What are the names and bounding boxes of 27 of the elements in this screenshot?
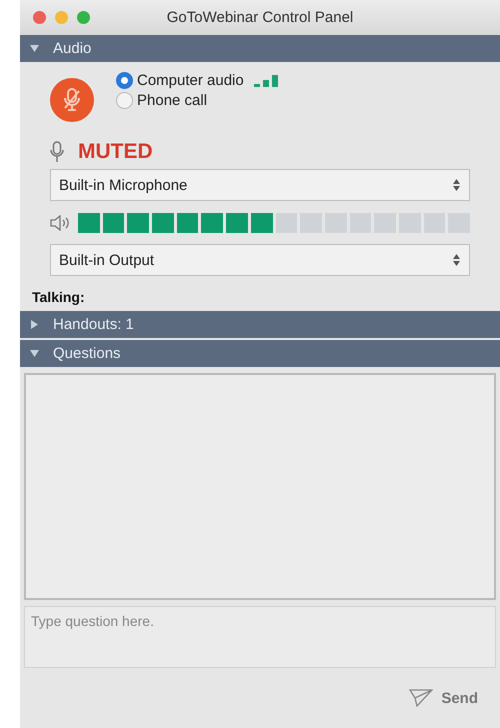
- mute-button[interactable]: [50, 78, 94, 122]
- talking-label: Talking:: [31, 288, 86, 307]
- muted-status: MUTED: [78, 140, 153, 164]
- question-input-field[interactable]: Type question here.: [24, 606, 496, 668]
- section-header[interactable]: Audio: [20, 35, 500, 62]
- collapse-caret-icon: [30, 44, 39, 53]
- collapse-caret-icon: [30, 349, 39, 358]
- window-title: GoToWebinar Control Panel: [166, 9, 354, 26]
- radio-button[interactable]: [116, 72, 133, 89]
- muted-microphone-icon: [63, 88, 81, 112]
- speaker-select[interactable]: Built-in Output: [50, 244, 470, 276]
- expand-caret-icon: [30, 320, 39, 329]
- minimize-button[interactable]: [55, 11, 68, 24]
- signal-strength-icon: [254, 74, 278, 86]
- section-header[interactable]: Questions: [20, 340, 500, 367]
- radio-button[interactable]: [116, 92, 133, 109]
- send-button[interactable]: Send: [405, 685, 482, 711]
- zoom-button[interactable]: [77, 11, 90, 24]
- section-header[interactable]: Handouts: 1: [20, 311, 500, 338]
- stepper-icon: [452, 178, 461, 192]
- microphone-icon: [50, 141, 64, 163]
- radio-label: Computer audio: [137, 72, 244, 89]
- radio-label: Phone call: [137, 92, 208, 109]
- send-icon: [409, 689, 434, 707]
- close-button[interactable]: [33, 11, 46, 24]
- microphone-select[interactable]: Built-in Microphone: [50, 169, 470, 201]
- stepper-icon: [452, 253, 461, 267]
